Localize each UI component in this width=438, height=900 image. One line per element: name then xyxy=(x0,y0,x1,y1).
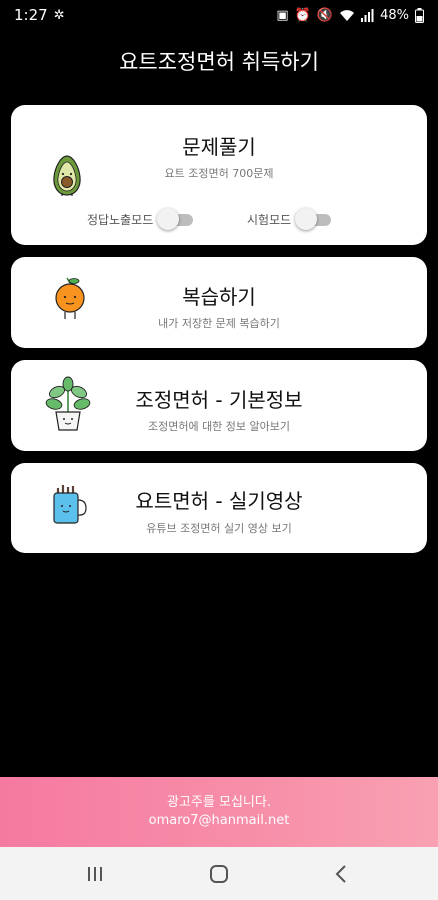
recent-apps-icon[interactable] xyxy=(80,861,110,887)
status-right: ▣ ⏰ 🔇 48% xyxy=(276,7,424,23)
switch-thumb xyxy=(157,208,180,230)
status-time: 1:27 xyxy=(14,6,48,24)
card-subtitle: 요트 조정면허 700문제 xyxy=(164,167,274,180)
card-title: 문제풀기 xyxy=(182,135,256,159)
pinwheel-icon: ✲ xyxy=(53,7,65,23)
answer-mode-toggle-row: 정답노출모드 xyxy=(87,208,195,230)
exam-mode-switch[interactable] xyxy=(295,208,333,230)
switch-thumb xyxy=(295,208,318,230)
alarm-icon: ⏰ xyxy=(294,7,311,23)
status-bar: 1:27 ✲ ▣ ⏰ 🔇 48% xyxy=(0,0,438,30)
navigation-bar xyxy=(0,847,438,900)
ad-banner-line1: 광고주를 모십니다. xyxy=(167,795,271,810)
signal-icon xyxy=(361,8,374,22)
back-icon[interactable] xyxy=(326,861,356,887)
page-title: 요트조정면허 취득하기 xyxy=(119,50,319,74)
exam-mode-label: 시험모드 xyxy=(247,212,292,227)
home-icon[interactable] xyxy=(204,861,234,887)
wifi-icon xyxy=(340,9,355,21)
exam-mode-toggle-row: 시험모드 xyxy=(247,208,333,230)
card-subtitle: 유튜브 조정면허 실기 영상 보기 xyxy=(146,522,292,535)
card-review[interactable]: 복습하기 내가 저장한 문제 복습하기 xyxy=(11,257,427,348)
ad-banner-email: omaro7@hanmail.net xyxy=(148,813,290,828)
ad-banner[interactable]: 광고주를 모십니다. omaro7@hanmail.net xyxy=(0,777,438,847)
card-subtitle: 조정면허에 대한 정보 알아보기 xyxy=(147,420,291,433)
card-practical-video[interactable]: 요트면허 - 실기영상 유튜브 조정면허 실기 영상 보기 xyxy=(11,463,427,553)
card-title: 요트면허 - 실기영상 xyxy=(135,489,303,513)
card-basic-info[interactable]: 조정면허 - 기본정보 조정면허에 대한 정보 알아보기 xyxy=(11,360,427,451)
battery-percent: 48% xyxy=(380,7,409,23)
battery-icon xyxy=(415,7,424,23)
status-left: 1:27 ✲ xyxy=(14,6,65,24)
mute-icon: 🔇 xyxy=(316,7,334,23)
card-solve-problems[interactable]: 문제풀기 요트 조정면허 700문제 정답노출모드 시험모드 xyxy=(11,105,427,245)
card-subtitle: 내가 저장한 문제 복습하기 xyxy=(158,317,280,330)
card-title: 복습하기 xyxy=(182,285,256,309)
answer-mode-label: 정답노출모드 xyxy=(87,212,154,227)
answer-mode-switch[interactable] xyxy=(157,208,195,230)
card-title: 조정면허 - 기본정보 xyxy=(135,388,303,412)
notification-icon: ▣ xyxy=(276,7,289,23)
